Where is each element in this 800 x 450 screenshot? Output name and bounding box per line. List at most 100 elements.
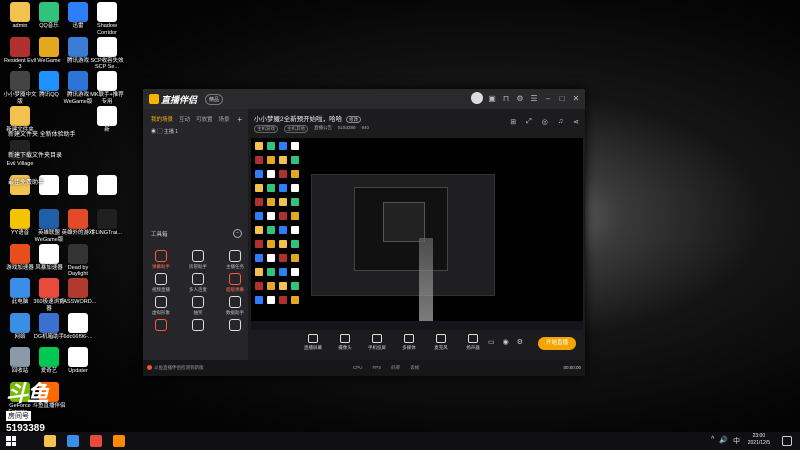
tool-item[interactable] [221, 319, 249, 333]
view-icon[interactable]: ◉ [503, 338, 509, 346]
version-pill[interactable]: 精品 [205, 94, 224, 105]
taskbar-app-douyu[interactable] [113, 435, 125, 447]
room-id: 5193389 [338, 125, 356, 130]
tab-interact[interactable]: 互动 [179, 115, 190, 124]
preview-icon [291, 296, 299, 304]
tool-item[interactable]: 主播任务 [221, 250, 249, 270]
desktop-overlay-text-3: 最佳免费助手 [8, 180, 45, 186]
taskbar-app-file-explorer[interactable] [44, 435, 56, 447]
channel-chip[interactable]: 主机其他 [284, 125, 308, 133]
record-icon[interactable]: ◎ [542, 118, 548, 126]
source-control[interactable]: 多媒体 [398, 334, 420, 351]
desktop-icon[interactable] [89, 382, 125, 403]
source-control-icon [308, 334, 318, 343]
desktop-icon[interactable]: 新 [89, 105, 125, 134]
desktop-icon[interactable] [89, 140, 125, 161]
scene-item[interactable]: ◉ ▢ 主播 1 [143, 124, 248, 135]
collapse-icon[interactable]: – [233, 229, 242, 238]
gift-icon[interactable]: ▣ [487, 94, 497, 103]
fullscreen-icon[interactable]: ⤢ [526, 118, 532, 126]
desktop-icon[interactable]: FLiNGTrai... [89, 209, 125, 237]
taskbar-app-store[interactable] [67, 435, 79, 447]
source-control[interactable]: 麦克风 [430, 334, 452, 351]
desktop-icon-label: MK联手+推荐专用 [90, 92, 124, 105]
app-icon [68, 278, 88, 298]
app-icon [68, 243, 88, 264]
clock-date: 2021/12/5 [747, 440, 770, 446]
tool-item[interactable]: 虚拟形象 [147, 296, 175, 316]
tools-header-label: 工具箱 [151, 232, 168, 238]
tool-item[interactable]: 视频直播 [147, 273, 175, 293]
source-control[interactable]: 摄像头 [334, 334, 356, 351]
desktop-icon[interactable] [89, 347, 125, 368]
tool-item[interactable]: 弹幕助手 [147, 250, 175, 270]
tool-item[interactable]: 数据助手 [221, 296, 249, 316]
tab-placeable[interactable]: 可放置 [196, 115, 213, 124]
main-panel: 小小梦魇2全新预开始啦，哈哈 修改 主机游戏 主机其他 直播公告 5193389 … [248, 109, 585, 376]
title-bar[interactable]: 直播伴侣 精品 ▣ ⊓ ⚙ ☰ – □ ✕ [143, 89, 585, 109]
desktop-icon[interactable]: MK联手+推荐专用 [89, 71, 125, 105]
stream-preview[interactable] [251, 138, 583, 330]
taskbar-app-chrome[interactable] [90, 435, 102, 447]
shirt-icon[interactable]: ⊓ [501, 94, 511, 103]
settings-small-icon[interactable]: ⚙ [517, 338, 523, 346]
start-live-button[interactable]: 开始直播 [538, 337, 576, 350]
tool-item[interactable] [184, 319, 212, 333]
source-control[interactable]: 扬声器 [462, 334, 484, 351]
desktop-icon[interactable] [89, 278, 125, 299]
tool-label: 弹幕助手 [152, 264, 170, 269]
volume-icon[interactable]: 🔊 [719, 436, 728, 446]
close-icon[interactable]: ✕ [571, 94, 581, 103]
lock-icon[interactable]: ▢ [157, 129, 162, 135]
ime-icon[interactable]: 中 [733, 436, 740, 446]
tool-item[interactable]: 抽奖 [184, 296, 212, 316]
settings-icon[interactable]: ⚙ [515, 94, 525, 103]
share-icon[interactable]: ⋖ [573, 118, 579, 126]
tool-item[interactable]: 房管助手 [184, 250, 212, 270]
desktop-icon[interactable] [89, 174, 125, 196]
eye-icon[interactable]: ◉ [151, 129, 156, 135]
desktop-icon[interactable]: SCP收容失效 SCP Se... [89, 36, 125, 71]
tool-item[interactable]: 多人连麦 [184, 273, 212, 293]
camera-small-icon[interactable]: ▭ [488, 338, 495, 346]
category-chip[interactable]: 主机游戏 [254, 125, 278, 133]
preview-icon [255, 156, 263, 164]
avatar[interactable] [471, 92, 483, 104]
source-control[interactable]: 直播屏幕 [302, 334, 324, 351]
layout-icon[interactable]: ⊞ [510, 118, 516, 126]
menu-icon[interactable]: ☰ [529, 94, 539, 103]
start-button[interactable] [6, 436, 16, 446]
preview-icon [279, 156, 287, 164]
app-icon [68, 174, 88, 195]
edit-title-button[interactable]: 修改 [346, 116, 362, 123]
sidebar: 我的场景 互动 可放置 场景 + ◉ ▢ 主播 1 工具箱 – 弹幕助手 房管助手… [143, 109, 248, 376]
tool-icon [155, 250, 167, 262]
desktop-icon[interactable] [89, 313, 125, 334]
app-icon [10, 2, 30, 22]
source-control[interactable]: 手机投屏 [366, 334, 388, 351]
notification-icon[interactable] [782, 436, 792, 446]
desktop-icon[interactable]: Shadow Corridor [89, 2, 125, 36]
app-icon [97, 244, 117, 264]
tab-scene[interactable]: 场景 [219, 115, 230, 124]
desktop-icon-label: Shadow Corridor [97, 23, 117, 36]
minimize-icon[interactable]: – [543, 94, 553, 103]
desktop-icon[interactable] [89, 244, 125, 265]
update-notice[interactable]: 斗鱼直播伴侣检测到新版 [147, 365, 204, 371]
add-scene-icon[interactable]: + [237, 115, 242, 124]
room-number-watermark: 斗鱼 房间号 5193389 [6, 383, 66, 434]
notice-link[interactable]: 直播公告 [314, 125, 332, 133]
tool-item[interactable]: 超级弹幕 [221, 273, 249, 293]
bitrate-stat: 码率 [391, 365, 401, 370]
maximize-icon[interactable]: □ [557, 94, 567, 103]
tab-my-scene[interactable]: 我的场景 [151, 115, 173, 124]
bell-icon[interactable]: ♫ [558, 118, 563, 126]
tool-item[interactable] [147, 319, 175, 333]
source-control-icon [340, 334, 350, 343]
app-icon [39, 106, 59, 126]
room-title[interactable]: 小小梦魇2全新预开始啦，哈哈 修改 [254, 113, 362, 123]
clock[interactable]: 23:00 2021/12/5 [748, 433, 770, 447]
preview-taskbar [251, 321, 583, 330]
tray-expand-icon[interactable]: ^ [711, 436, 714, 446]
preview-icon [279, 212, 287, 220]
